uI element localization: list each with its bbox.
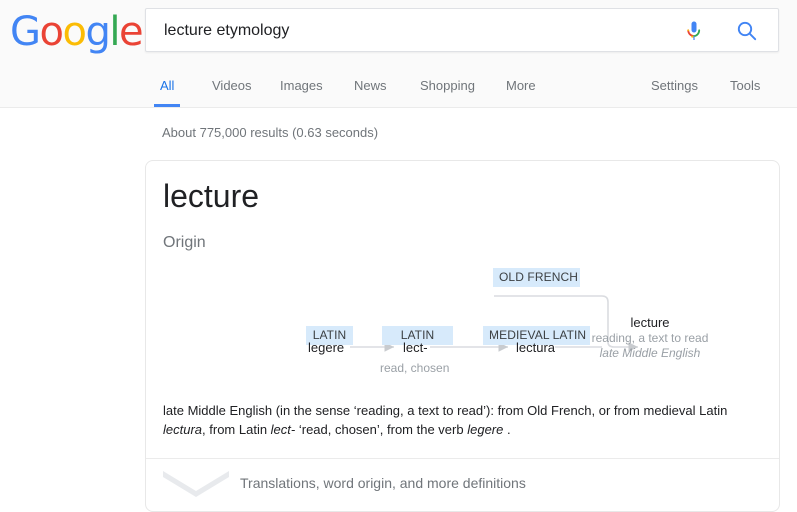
dictionary-panel: lecture Origin LATIN LATIN MEDIEVAL LATI… (145, 160, 780, 512)
etym-italic-lect: lect- (270, 422, 296, 437)
microphone-icon[interactable] (682, 19, 706, 43)
chevron-down-icon (161, 467, 231, 497)
logo-letter-l: l (109, 9, 120, 55)
node-word-lecture: lecture (630, 315, 670, 330)
etym-part-4: . (503, 422, 511, 437)
search-nav-tabs: All Videos Images News Shopping More Set… (0, 72, 797, 108)
result-stats: About 775,000 results (0.63 seconds) (162, 125, 379, 140)
settings-button[interactable]: Settings (651, 72, 698, 100)
node-era-lecture: late Middle English (599, 346, 701, 360)
logo-letter-o1: o (39, 9, 64, 55)
search-input[interactable] (162, 9, 686, 53)
logo-letter-o2: o (62, 9, 86, 55)
logo-letter-e: e (118, 9, 144, 55)
node-gloss-read-chosen: read, chosen (380, 361, 450, 375)
section-label-origin: Origin (163, 234, 206, 251)
logo-letter-g2: g (85, 9, 110, 55)
expand-more-definitions-button[interactable]: Translations, word origin, and more defi… (146, 458, 779, 511)
expand-more-definitions-label: Translations, word origin, and more defi… (240, 475, 526, 491)
tab-images[interactable]: Images (280, 72, 323, 100)
etym-part-1: late Middle English (in the sense ‘readi… (163, 403, 728, 418)
tools-button[interactable]: Tools (730, 72, 760, 100)
search-box[interactable] (145, 8, 779, 53)
tab-news[interactable]: News (354, 72, 387, 100)
logo-letter-g1: G (10, 9, 41, 55)
node-word-lect: lect- (403, 340, 428, 355)
node-lecture-result: lecture reading, a text to read late Mid… (580, 314, 720, 361)
node-word-lectura: lectura (516, 340, 556, 355)
etymology-diagram: LATIN LATIN MEDIEVAL LATIN OLD FRENCH le… (146, 261, 779, 391)
chip-old-french: OLD FRENCH (493, 268, 580, 287)
etym-italic-lectura: lectura (163, 422, 203, 437)
tab-shopping[interactable]: Shopping (420, 72, 475, 100)
tab-videos[interactable]: Videos (212, 72, 252, 100)
tab-all[interactable]: All (153, 72, 182, 107)
node-gloss-lecture: reading, a text to read (591, 331, 709, 345)
etym-part-3: ‘read, chosen’, from the verb (295, 422, 468, 437)
search-header: Google All Videos Images News Shopping (0, 0, 797, 108)
etym-italic-legere: legere (467, 422, 504, 437)
google-logo[interactable]: Google (10, 9, 144, 55)
node-word-legere: legere (308, 340, 345, 355)
etymology-paragraph: late Middle English (in the sense ‘readi… (163, 401, 743, 439)
tab-more[interactable]: More (506, 72, 536, 100)
search-submit-icon[interactable] (736, 20, 758, 42)
etym-part-2: , from Latin (202, 422, 271, 437)
page-title: lecture (163, 178, 260, 214)
